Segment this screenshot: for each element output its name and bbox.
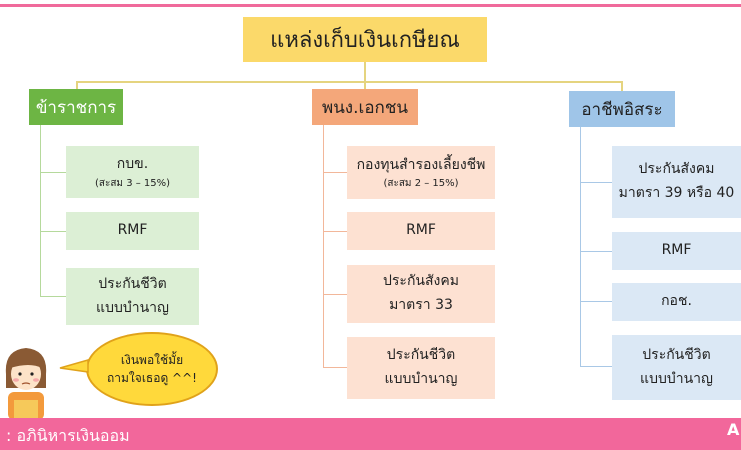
freelance-item-nsf: กอช. xyxy=(612,283,741,321)
item-label: RMF xyxy=(117,222,148,239)
branch-orange-h4 xyxy=(323,367,347,368)
item-label: กองทุนสำรองเลี้ยงชีพ xyxy=(356,156,486,173)
item-line2: แบบบำนาญ xyxy=(96,299,169,316)
item-line1: ประกันสังคม xyxy=(638,161,715,178)
freelance-item-rmf: RMF xyxy=(612,232,741,270)
speech-bubble: เงินพอใช้มั้ย ถามใจเธอดู ^^! xyxy=(86,332,218,406)
item-label: กอช. xyxy=(661,293,692,310)
branch-green-vertical xyxy=(40,125,41,297)
category-freelance: อาชีพอิสระ xyxy=(569,91,675,127)
connector-orange-stem xyxy=(364,81,366,89)
branch-green-h1 xyxy=(40,172,66,173)
branch-orange-h1 xyxy=(323,172,347,173)
girl-character-illustration xyxy=(5,348,47,420)
branch-orange-h2 xyxy=(323,231,347,232)
branch-blue-vertical xyxy=(580,127,581,367)
item-line1: ประกันชีวิต xyxy=(98,275,167,292)
item-line1: ประกันชีวิต xyxy=(642,346,711,363)
private-item-annuity: ประกันชีวิต แบบบำนาญ xyxy=(347,337,495,399)
item-line2: มาตรา 33 xyxy=(389,297,453,313)
freelance-item-social-security: ประกันสังคม มาตรา 39 หรือ 40 xyxy=(612,146,741,218)
item-label: RMF xyxy=(661,242,692,259)
branch-green-h2 xyxy=(40,231,66,232)
item-label: กบข. xyxy=(116,156,149,173)
item-note: (สะสม 2 – 15%) xyxy=(383,178,459,190)
branch-blue-h2 xyxy=(580,251,612,252)
footer-logo: A xyxy=(727,420,740,439)
bubble-line2: ถามใจเธอดู ^^! xyxy=(107,371,197,385)
freelance-item-annuity: ประกันชีวิต แบบบำนาญ xyxy=(612,335,741,400)
branch-blue-h3 xyxy=(580,301,612,302)
private-item-rmf: RMF xyxy=(347,212,495,250)
government-item-gpf: กบข. (สะสม 3 – 15%) xyxy=(66,146,199,198)
item-line1: ประกันสังคม xyxy=(383,273,459,290)
connector-horizontal xyxy=(76,81,623,83)
category-government: ข้าราชการ xyxy=(29,89,123,125)
branch-green-h3 xyxy=(40,296,66,297)
branch-orange-h3 xyxy=(323,294,347,295)
connector-blue-stem xyxy=(621,81,623,91)
diagram-title: แหล่งเก็บเงินเกษียณ xyxy=(243,17,487,62)
footer-caption: : อภินิหารเงินออม xyxy=(6,426,130,445)
private-item-social-security: ประกันสังคม มาตรา 33 xyxy=(347,265,495,323)
item-line2: แบบบำนาญ xyxy=(640,370,713,387)
category-private: พนง.เอกชน xyxy=(312,89,418,125)
item-line1: ประกันชีวิต xyxy=(386,347,456,364)
connector-title-stem xyxy=(364,62,366,82)
branch-orange-vertical xyxy=(323,125,324,368)
item-line2: แบบบำนาญ xyxy=(384,371,458,387)
speech-bubble-tail xyxy=(59,359,89,373)
connector-green-stem xyxy=(76,81,78,89)
branch-blue-h4 xyxy=(580,366,612,367)
private-item-provident-fund: กองทุนสำรองเลี้ยงชีพ (สะสม 2 – 15%) xyxy=(347,146,495,199)
item-note: (สะสม 3 – 15%) xyxy=(94,177,171,189)
item-line2: มาตรา 39 หรือ 40 xyxy=(618,185,735,201)
government-item-rmf: RMF xyxy=(66,212,199,250)
top-divider xyxy=(0,4,741,7)
branch-blue-h1 xyxy=(580,182,612,183)
government-item-annuity: ประกันชีวิต แบบบำนาญ xyxy=(66,268,199,325)
bubble-line1: เงินพอใช้มั้ย xyxy=(120,353,184,367)
item-label: RMF xyxy=(406,222,436,239)
